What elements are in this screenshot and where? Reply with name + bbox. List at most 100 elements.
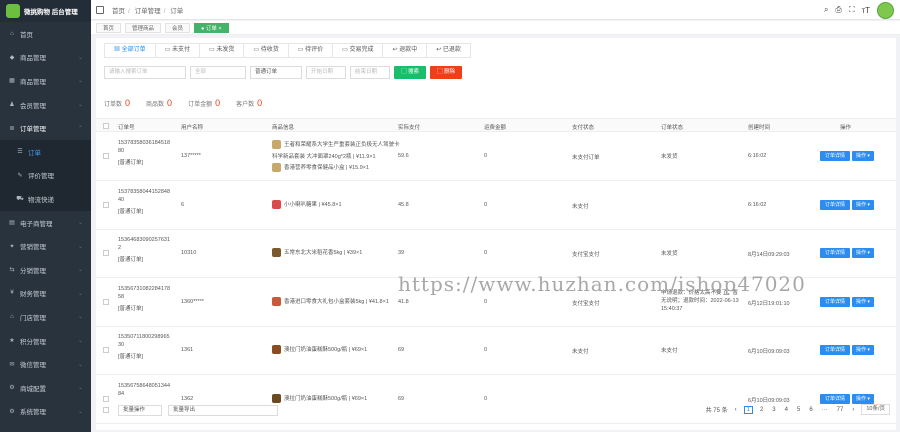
col-order-no: 订单号 <box>118 125 135 131</box>
footer-select-all-checkbox[interactable] <box>103 407 109 413</box>
row-checkbox[interactable] <box>103 201 109 208</box>
tab-home[interactable]: 首页 <box>96 22 122 33</box>
operate-dropdown-button[interactable]: 操作 ▾ <box>852 199 874 210</box>
status-tab-2[interactable]: ▭ 未发货 <box>200 43 245 58</box>
tab-members[interactable]: 会员 <box>165 22 191 33</box>
sidebar-item-14[interactable]: ✉ 微信管理 ⌄ <box>0 352 91 376</box>
wechat-icon: ✉ <box>9 361 15 368</box>
diamond-icon: ◆ <box>9 54 15 61</box>
status-tab-label: 交易完成 <box>349 47 374 53</box>
search-button[interactable]: ▢ 搜索 <box>394 66 427 79</box>
goods-text: 澳拉门奶油蛋糕酥500g/瓶 | ¥69×1 <box>284 347 368 353</box>
date-to-input[interactable]: 结束日期 <box>350 66 390 79</box>
order-type-select[interactable]: 普通订单 <box>250 66 302 79</box>
operate-dropdown-button[interactable]: 操作 ▾ <box>852 151 874 161</box>
user-name: 1361 <box>181 347 194 353</box>
operate-dropdown-button[interactable]: 操作 ▾ <box>852 248 874 258</box>
date-from-input[interactable]: 开始日期 <box>306 66 346 79</box>
status-tab-0[interactable]: ▦ 全部订单 <box>104 43 156 58</box>
sidebar-item-1[interactable]: ◆ 商品管理 ⌄ <box>0 46 91 70</box>
select-all-checkbox[interactable] <box>103 123 109 129</box>
tab-orders[interactable]: ● 订单 × <box>194 22 229 33</box>
order-search-input[interactable]: 请输入搜索订单 <box>104 66 186 79</box>
shop-icon: ▤ <box>9 220 15 227</box>
tab-manage-goods[interactable]: 管理商品 <box>125 22 162 33</box>
type-select[interactable]: 全部 <box>190 66 246 79</box>
order-stats: 订单数 0 商品数 0 订单金额 0 客户数 0 <box>104 98 262 108</box>
goods-thumbnail <box>272 248 281 258</box>
status-tab-5[interactable]: ▭ 交易完成 <box>333 43 384 58</box>
order-detail-button[interactable]: 订单详情 <box>820 296 851 307</box>
fullscreen-icon[interactable]: ⛶ <box>849 5 855 15</box>
sidebar-item-10[interactable]: ⇆ 分销管理 ⌄ <box>0 258 91 282</box>
status-tab-3[interactable]: ▭ 待收货 <box>244 43 289 58</box>
sidebar-item-0[interactable]: ⌂ 首页 <box>0 22 91 46</box>
goods-text: 香港营养零食保健品小盒 | ¥15.9×1 <box>284 165 370 172</box>
breadcrumb-order-management[interactable]: 订单管理 <box>135 8 161 15</box>
page-2[interactable]: 2 <box>758 407 765 413</box>
operate-dropdown-button[interactable]: 操作 ▾ <box>852 345 874 355</box>
batch-export-select[interactable]: 批量导出 <box>168 404 278 416</box>
page-3[interactable]: 3 <box>770 407 777 413</box>
status-tab-4[interactable]: ▭ 待评价 <box>288 43 334 58</box>
goods-info: 澳拉门奶油蛋糕酥500g/瓶 | ¥69×1 <box>272 345 367 357</box>
status-tab-icon: ▭ <box>253 47 261 53</box>
sidebar-item-3[interactable]: ♟ 会员管理 ⌄ <box>0 93 91 117</box>
breadcrumb-home[interactable]: 首页 <box>112 8 125 15</box>
font-size-icon[interactable]: ᴛT <box>861 6 870 15</box>
prev-page-icon[interactable]: ‹ <box>733 407 739 413</box>
print-icon[interactable]: ⎙ <box>835 5 841 15</box>
next-page-icon[interactable]: › <box>850 407 856 413</box>
app-root: 微挑购物 后台管理 ⌂ 首页 ◆ 商品管理 ⌄ ▦ 商品管理 ⌄ ♟ 会员管理 ⌄ ≣ 订单管理 ⌃ ☰ 订单… <box>0 0 900 432</box>
sidebar-item-12[interactable]: ⌂ 门店管理 ⌄ <box>0 305 91 329</box>
status-tab-7[interactable]: ↩ 已退款 <box>427 43 471 58</box>
sidebar-item-2[interactable]: ▦ 商品管理 ⌄ <box>0 69 91 93</box>
sidebar-item-9[interactable]: ✦ 营销管理 ⌄ <box>0 234 91 258</box>
row-actions: 订单详情 操作 ▾ <box>820 296 874 307</box>
sidebar-item-17[interactable]: ≡系统日志⌄ <box>0 423 91 432</box>
sidebar-item-label: 会员管理 <box>20 102 46 110</box>
row-checkbox[interactable] <box>103 347 109 353</box>
status-tab-label: 待收货 <box>260 47 279 53</box>
delete-button[interactable]: ▢ 删除 <box>430 66 463 79</box>
logo[interactable]: 微挑购物 后台管理 <box>0 0 91 22</box>
search-row: 请输入搜索订单 全部 普通订单 开始日期 结束日期 ▢ 搜索 ▢ 删除 <box>104 66 463 79</box>
row-checkbox[interactable] <box>103 153 109 159</box>
status-tab-label: 未支付 <box>172 47 191 53</box>
page-4[interactable]: 4 <box>783 407 790 413</box>
order-type-tag: [普通订单] <box>118 354 144 360</box>
page-1[interactable]: 1 <box>743 405 753 414</box>
page-77[interactable]: 77 <box>835 407 846 413</box>
created-time: 8月14日09:29:03 <box>748 252 790 258</box>
status-tab-6[interactable]: ↩ 退款中 <box>383 43 428 58</box>
order-detail-button[interactable]: 订单详情 <box>820 199 851 210</box>
status-tab-1[interactable]: ▭ 未支付 <box>155 43 201 58</box>
order-detail-button[interactable]: 订单详情 <box>820 248 851 258</box>
menu-fold-icon[interactable] <box>96 5 104 14</box>
top-icons: ⌕ ⎙ ⛶ ᴛT <box>824 0 894 20</box>
sidebar-item-8[interactable]: ▤ 电子商管理 ⌄ <box>0 211 91 235</box>
sidebar-item-6[interactable]: ✎ 评价管理 <box>0 163 91 188</box>
sidebar-item-4[interactable]: ≣ 订单管理 ⌃ <box>0 116 91 140</box>
sidebar-item-13[interactable]: ★ 积分管理 ⌄ <box>0 329 91 353</box>
search-icon[interactable]: ⌕ <box>824 5 828 15</box>
page-5[interactable]: 5 <box>795 407 802 413</box>
sidebar-item-5[interactable]: ☰ 订单 <box>0 139 91 164</box>
goods-info: 小小喇叭糖果 | ¥45.8×1 <box>272 199 342 212</box>
order-detail-button[interactable]: 订单详情 <box>820 345 851 355</box>
operate-dropdown-button[interactable]: 操作 ▾ <box>852 296 874 307</box>
sidebar-item-11[interactable]: ¥ 财务管理 ⌄ <box>0 282 91 306</box>
order-detail-button[interactable]: 订单详情 <box>820 151 851 161</box>
page-6[interactable]: 6 <box>807 407 814 413</box>
top-bar: 首页 / 订单管理 / 订单 ⌕ ⎙ ⛶ ᴛT <box>91 0 900 20</box>
chevron-down-icon: ⌄ <box>77 54 83 61</box>
sidebar-item-16[interactable]: ⚙ 系统管理 ⌄ <box>0 400 91 424</box>
sidebar-item-7[interactable]: ⛟ 物流快递 <box>0 187 91 211</box>
batch-action-select[interactable]: 批量操作 <box>118 404 162 416</box>
page-size-select[interactable]: 10条/页 <box>861 404 890 415</box>
row-checkbox[interactable] <box>103 298 109 305</box>
sidebar-item-15[interactable]: ⚙ 商城配置 ⌄ <box>0 376 91 400</box>
avatar[interactable] <box>877 1 894 19</box>
settings-icon: ⚙ <box>9 385 15 392</box>
row-checkbox[interactable] <box>103 250 109 256</box>
